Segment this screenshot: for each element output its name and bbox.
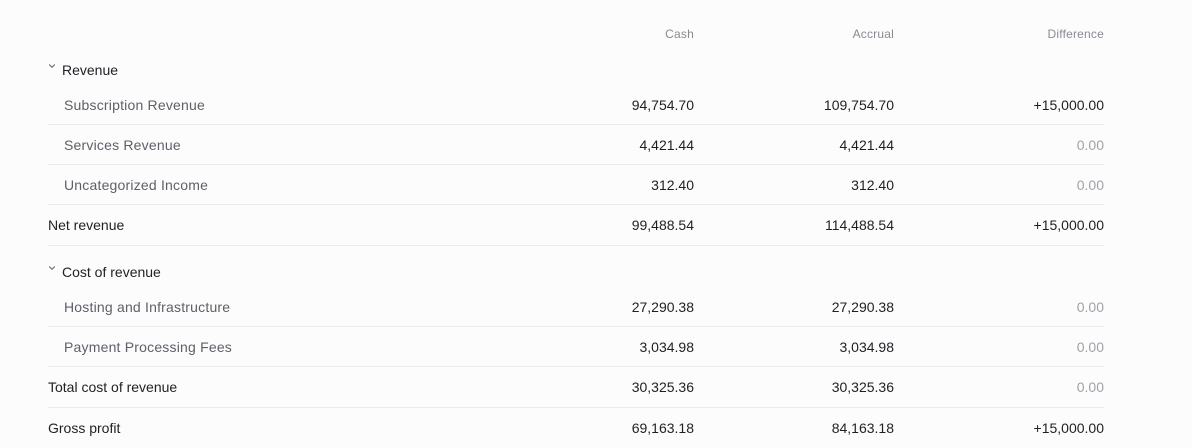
accrual-value: 109,754.70 bbox=[823, 96, 894, 113]
section-header-cost-of-revenue[interactable]: Cost of revenue bbox=[48, 246, 1104, 284]
section-toggle[interactable]: Revenue bbox=[48, 62, 1104, 78]
accrual-value: 27,290.38 bbox=[831, 298, 894, 315]
difference-value: 0.00 bbox=[1076, 136, 1104, 153]
pnl-report: Cash Accrual Difference Revenue Subscrip… bbox=[48, 0, 1104, 448]
total-row-net-revenue[interactable]: Net revenue 99,488.54 114,488.54 +15,000… bbox=[48, 205, 1104, 246]
section-title-cost-of-revenue: Cost of revenue bbox=[62, 264, 161, 280]
section-toggle[interactable]: Cost of revenue bbox=[48, 264, 1104, 280]
cash-value: 99,488.54 bbox=[631, 217, 694, 233]
cash-value: 312.40 bbox=[651, 176, 694, 193]
section-header-revenue[interactable]: Revenue bbox=[48, 60, 1104, 82]
difference-value: 0.00 bbox=[1076, 298, 1104, 315]
chevron-down-icon bbox=[48, 266, 56, 270]
cash-value: 30,325.36 bbox=[631, 379, 694, 395]
total-row-cost-of-revenue[interactable]: Total cost of revenue 30,325.36 30,325.3… bbox=[48, 367, 1104, 408]
difference-value: +15,000.00 bbox=[1033, 420, 1104, 436]
accrual-value: 4,421.44 bbox=[839, 136, 895, 153]
difference-value: 0.00 bbox=[1076, 176, 1104, 193]
cash-value: 27,290.38 bbox=[631, 298, 694, 315]
accrual-value: 312.40 bbox=[851, 176, 894, 193]
accrual-value: 30,325.36 bbox=[831, 379, 894, 395]
table-row[interactable]: Subscription Revenue 94,754.70 109,754.7… bbox=[48, 85, 1104, 125]
accrual-value: 84,163.18 bbox=[831, 420, 894, 436]
table-row[interactable]: Payment Processing Fees 3,034.98 3,034.9… bbox=[48, 327, 1104, 367]
cash-value: 3,034.98 bbox=[639, 338, 695, 355]
cash-value: 4,421.44 bbox=[639, 136, 695, 153]
column-header-cash[interactable]: Cash bbox=[494, 27, 694, 41]
difference-value: +15,000.00 bbox=[1033, 217, 1104, 233]
column-header-accrual[interactable]: Accrual bbox=[694, 27, 894, 41]
column-header-row: Cash Accrual Difference bbox=[48, 0, 1104, 68]
table-row[interactable]: Uncategorized Income 312.40 312.40 0.00 bbox=[48, 165, 1104, 205]
cash-value: 94,754.70 bbox=[631, 96, 694, 113]
section-title-revenue: Revenue bbox=[62, 62, 119, 78]
column-header-difference[interactable]: Difference bbox=[904, 27, 1104, 41]
accrual-value: 114,488.54 bbox=[824, 217, 894, 233]
cash-value: 69,163.18 bbox=[631, 420, 694, 436]
table-row[interactable]: Hosting and Infrastructure 27,290.38 27,… bbox=[48, 287, 1104, 327]
difference-value: 0.00 bbox=[1076, 338, 1104, 355]
total-row-gross-profit[interactable]: Gross profit 69,163.18 84,163.18 +15,000… bbox=[48, 408, 1104, 448]
difference-value: +15,000.00 bbox=[1033, 96, 1104, 113]
difference-value: 0.00 bbox=[1076, 379, 1104, 395]
table-row[interactable]: Services Revenue 4,421.44 4,421.44 0.00 bbox=[48, 125, 1104, 165]
accrual-value: 3,034.98 bbox=[839, 338, 895, 355]
chevron-down-icon bbox=[48, 64, 56, 68]
